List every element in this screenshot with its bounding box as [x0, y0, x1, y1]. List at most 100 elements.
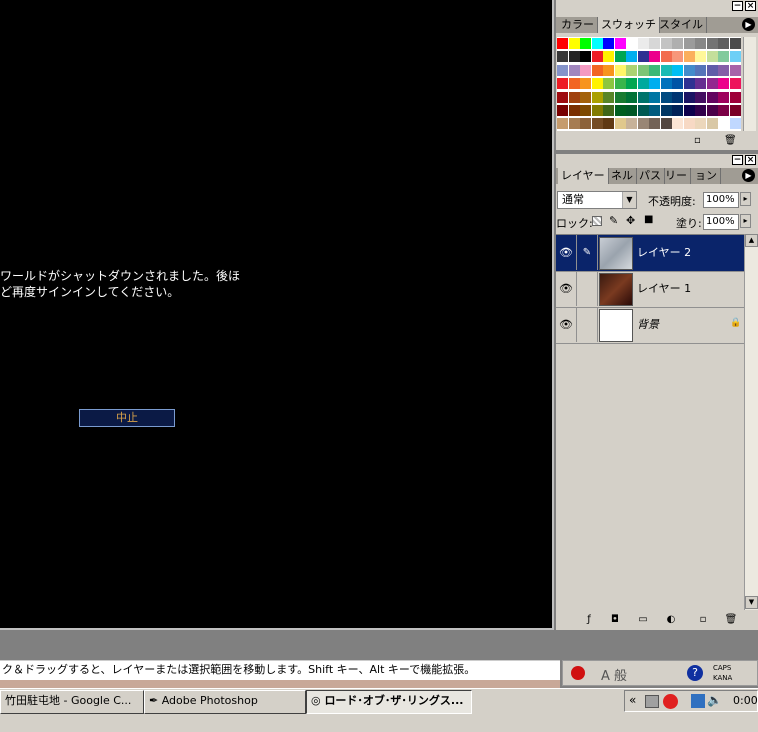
swatch[interactable]	[580, 38, 591, 49]
close-icon[interactable]: ×	[745, 1, 756, 11]
swatch[interactable]	[637, 118, 649, 130]
swatch[interactable]	[591, 118, 603, 130]
swatch[interactable]	[729, 51, 741, 63]
scroll-up-icon[interactable]: ▲	[745, 234, 758, 247]
lock-move-icon[interactable]: ✥	[626, 214, 635, 227]
eye-icon[interactable]: 👁	[556, 271, 577, 306]
swatch[interactable]	[568, 105, 580, 116]
chevron-down-icon[interactable]: ▼	[622, 192, 636, 208]
swatch[interactable]	[614, 38, 626, 49]
swatch[interactable]	[557, 118, 568, 130]
lock-all-icon[interactable]: ■	[644, 214, 653, 225]
tab-color[interactable]: カラー	[558, 17, 598, 33]
swatch[interactable]	[718, 91, 729, 103]
tab-swatches[interactable]: スウォッチ	[598, 17, 660, 33]
swatch[interactable]	[626, 38, 637, 49]
swatch[interactable]	[729, 118, 741, 130]
tab-layers[interactable]: レイヤー	[558, 168, 609, 184]
swatch[interactable]	[568, 118, 580, 130]
swatch[interactable]	[695, 105, 706, 116]
swatch[interactable]	[729, 38, 741, 49]
tab-history[interactable]: リー	[662, 168, 691, 184]
swatch[interactable]	[568, 51, 580, 63]
swatch[interactable]	[603, 64, 614, 76]
swatch-grid[interactable]	[557, 37, 741, 131]
palette-menu-icon[interactable]: ▶	[742, 18, 755, 31]
swatch[interactable]	[706, 91, 718, 103]
swatch[interactable]	[683, 38, 695, 49]
swatch[interactable]	[660, 105, 672, 116]
swatch[interactable]	[683, 91, 695, 103]
swatch[interactable]	[557, 78, 568, 90]
swatch[interactable]	[557, 105, 568, 116]
swatch[interactable]	[637, 64, 649, 76]
swatch[interactable]	[660, 118, 672, 130]
swatch[interactable]	[580, 118, 591, 130]
swatch[interactable]	[729, 78, 741, 90]
swatch[interactable]	[729, 105, 741, 116]
lock-transparency-icon[interactable]	[592, 216, 602, 226]
swatch[interactable]	[626, 78, 637, 90]
swatch[interactable]	[614, 118, 626, 130]
swatch[interactable]	[580, 105, 591, 116]
app-tray-icon[interactable]	[663, 694, 678, 709]
swatch[interactable]	[568, 38, 580, 49]
swatch[interactable]	[649, 38, 660, 49]
layers-scrollbar[interactable]: ▲ ▼	[744, 234, 758, 610]
swatch[interactable]	[718, 78, 729, 90]
swatch[interactable]	[729, 64, 741, 76]
swatch[interactable]	[649, 105, 660, 116]
network-icon[interactable]	[645, 695, 659, 708]
swatch[interactable]	[603, 105, 614, 116]
swatch[interactable]	[568, 91, 580, 103]
swatch[interactable]	[729, 91, 741, 103]
new-swatch-icon[interactable]: ▫	[694, 135, 706, 146]
swatch[interactable]	[568, 64, 580, 76]
trash-icon[interactable]: 🗑	[724, 135, 737, 146]
swatch[interactable]	[591, 105, 603, 116]
swatch[interactable]	[706, 78, 718, 90]
swatch[interactable]	[591, 38, 603, 49]
swatch[interactable]	[718, 105, 729, 116]
swatch[interactable]	[660, 78, 672, 90]
abort-button[interactable]: 中止	[79, 409, 175, 427]
fill-input[interactable]: 100%	[703, 214, 739, 230]
opacity-input[interactable]: 100%	[703, 192, 739, 208]
swatch[interactable]	[695, 51, 706, 63]
swatch[interactable]	[614, 78, 626, 90]
swatch[interactable]	[614, 91, 626, 103]
swatch[interactable]	[649, 51, 660, 63]
swatch[interactable]	[695, 38, 706, 49]
volume-icon[interactable]: 🔈	[707, 693, 722, 707]
swatch[interactable]	[614, 105, 626, 116]
swatch[interactable]	[660, 64, 672, 76]
swatch[interactable]	[580, 51, 591, 63]
swatch[interactable]	[591, 64, 603, 76]
tray-expand-icon[interactable]: «	[629, 693, 636, 707]
scroll-down-icon[interactable]: ▼	[745, 596, 758, 609]
layer-mask-icon[interactable]: ◘	[608, 613, 622, 626]
swatch[interactable]	[637, 91, 649, 103]
tab-styles[interactable]: スタイル	[656, 17, 707, 33]
swatch[interactable]	[672, 78, 683, 90]
tab-channels[interactable]: ネル	[608, 168, 637, 184]
eye-icon[interactable]: 👁	[556, 235, 577, 270]
swatch[interactable]	[706, 64, 718, 76]
swatch[interactable]	[695, 118, 706, 130]
swatch[interactable]	[649, 64, 660, 76]
swatch[interactable]	[637, 78, 649, 90]
swatch[interactable]	[649, 118, 660, 130]
swatch[interactable]	[672, 105, 683, 116]
swatch[interactable]	[672, 51, 683, 63]
swatch[interactable]	[626, 118, 637, 130]
link-slot[interactable]	[577, 307, 598, 342]
taskbar-item-browser[interactable]: 竹田駐屯地 - Google C...	[0, 690, 144, 714]
swatch[interactable]	[591, 78, 603, 90]
swatch[interactable]	[672, 38, 683, 49]
layer-row[interactable]: 👁 背景 🔒	[556, 307, 744, 344]
swatch[interactable]	[626, 91, 637, 103]
close-icon[interactable]: ×	[745, 155, 756, 165]
swatch[interactable]	[614, 64, 626, 76]
help-icon[interactable]: ?	[687, 665, 703, 681]
ime-mode[interactable]: A 般	[601, 665, 627, 684]
